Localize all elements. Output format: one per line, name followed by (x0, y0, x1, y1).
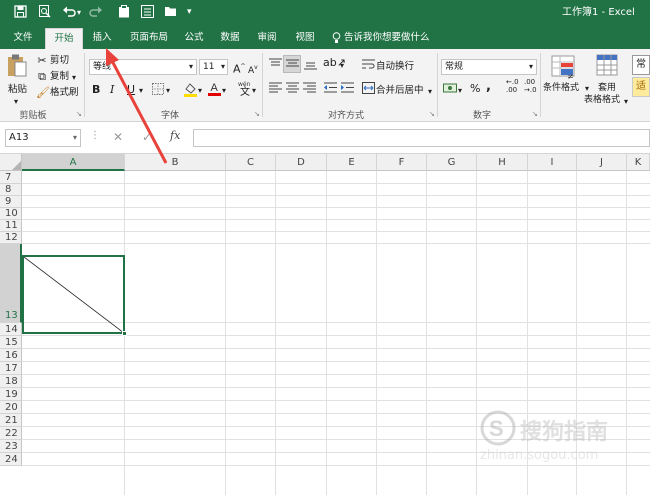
annotation-arrow (106, 48, 168, 164)
